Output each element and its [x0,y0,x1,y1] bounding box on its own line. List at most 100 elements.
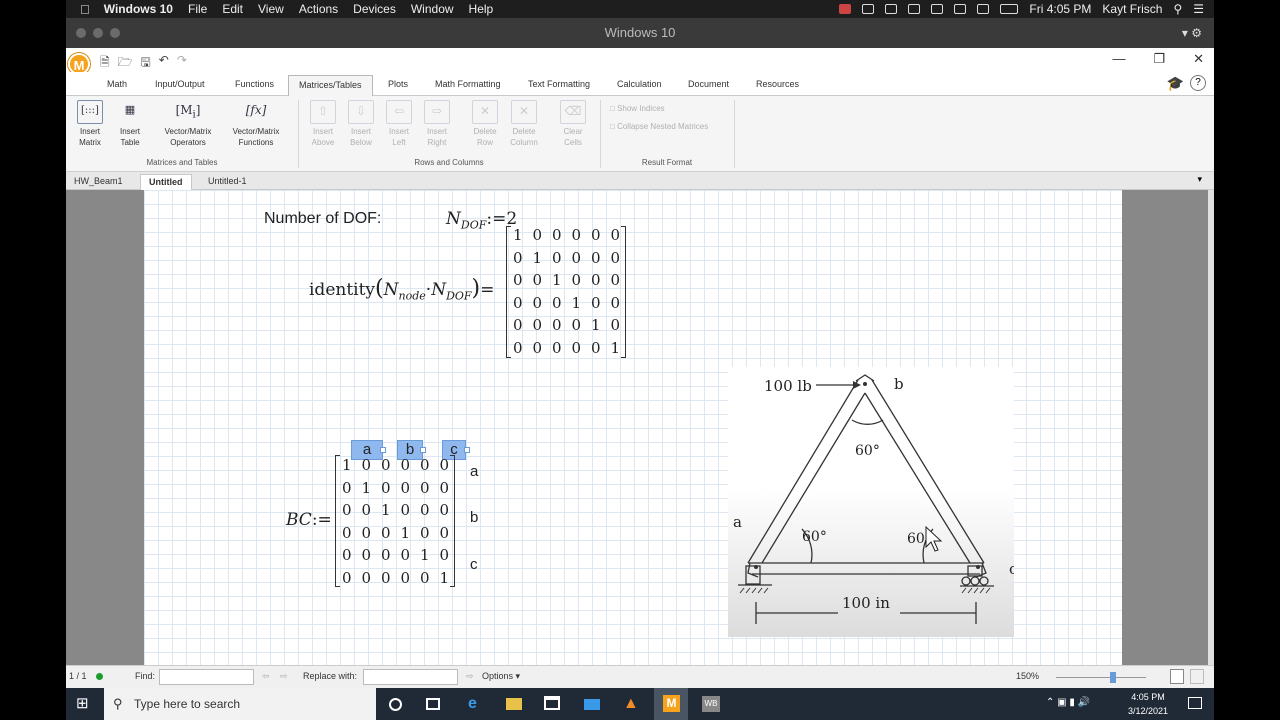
zoom-window-icon[interactable] [110,28,120,38]
identity-matrix-cell[interactable]: 0 [528,269,548,292]
identity-matrix-cell[interactable]: 0 [528,224,548,247]
insert-right-button[interactable]: ⇨ Insert Right [420,100,454,148]
insert-left-button[interactable]: ⇦ Insert Left [382,100,416,148]
word-app-icon[interactable]: WB [702,696,720,712]
bc-matrix-cell[interactable]: 0 [415,522,435,545]
identity-matrix-cell[interactable]: 0 [606,224,626,247]
spotlight-search-icon[interactable]: ⚲ [1173,2,1182,16]
vm-settings-icon[interactable]: ▾ ⚙ [1182,18,1202,48]
menu-edit[interactable]: Edit [222,2,243,16]
bc-matrix-cell[interactable]: 0 [337,477,357,500]
redo-icon[interactable]: ↷ [177,53,187,74]
graduation-cap-icon[interactable]: 🎓 [1167,75,1184,92]
bc-matrix-cell[interactable]: 0 [396,567,416,590]
bc-matrix-cell[interactable]: 0 [337,522,357,545]
bc-matrix-cell[interactable]: 0 [376,544,396,567]
apple-icon[interactable]:  [80,2,90,17]
bc-matrix-cell[interactable]: 0 [435,522,455,545]
identity-matrix-cell[interactable]: 0 [606,269,626,292]
draft-view-icon[interactable] [1190,669,1204,684]
tab-resources[interactable]: Resources [756,76,799,96]
tab-math-formatting[interactable]: Math Formatting [435,76,501,96]
parallels-icon[interactable] [839,4,852,14]
replace-input[interactable] [363,669,458,685]
identity-matrix-cell[interactable]: 0 [547,337,567,360]
tray-icons[interactable]: ⌃ ▣ ▮ 🔊 [1046,697,1090,708]
help-icon[interactable]: ? [1190,75,1206,91]
tab-input-output[interactable]: Input/Output [155,76,205,96]
identity-matrix-cell[interactable]: 0 [567,269,587,292]
identity-expression[interactable]: identity(Nnode·NDOF)= [309,276,494,302]
bc-matrix-cell[interactable]: 0 [415,499,435,522]
bc-matrix-cell[interactable]: 0 [357,522,377,545]
bc-matrix-cell[interactable]: 1 [376,499,396,522]
bc-matrix-cell[interactable]: 0 [415,477,435,500]
collapse-nested-matrices-option[interactable]: □ Collapse Nested Matrices [610,122,708,131]
menu-app-name[interactable]: Windows 10 [104,2,173,16]
bc-matrix-cell[interactable]: 0 [376,522,396,545]
undo-icon[interactable]: ↶ [159,53,169,74]
mail-icon[interactable] [584,699,600,710]
record-icon[interactable] [862,4,875,14]
zoom-slider-thumb[interactable] [1110,672,1116,683]
tab-plots[interactable]: Plots [388,76,408,96]
tab-calculation[interactable]: Calculation [617,76,662,96]
tab-text-formatting[interactable]: Text Formatting [528,76,590,96]
identity-matrix[interactable]: 100000010000001000000100000010000001 [508,224,625,359]
identity-matrix-cell[interactable]: 0 [547,292,567,315]
dropbox-icon[interactable] [885,4,898,14]
bc-matrix-cell[interactable]: 0 [337,544,357,567]
volume-icon[interactable] [977,4,990,14]
minimize-button[interactable]: — [1112,51,1125,67]
identity-matrix-cell[interactable]: 0 [586,269,606,292]
menu-datetime[interactable]: Fri 4:05 PM [1029,2,1091,16]
bluetooth-icon[interactable] [931,4,944,14]
bc-matrix-cell[interactable]: 0 [435,454,455,477]
bc-matrix-cell[interactable]: 0 [357,544,377,567]
menu-window[interactable]: Window [411,2,454,16]
page-view-icon[interactable] [1170,669,1184,684]
doc-tab-hw-beam1[interactable]: HW_Beam1 [66,174,131,190]
doc-tab-untitled-1[interactable]: Untitled-1 [200,174,255,190]
taskbar-clock[interactable]: 4:05 PM 3/12/2021 [1128,690,1168,718]
bc-matrix-cell[interactable]: 0 [376,454,396,477]
identity-matrix-cell[interactable]: 0 [606,314,626,337]
cortana-icon[interactable] [389,698,402,711]
identity-matrix-cell[interactable]: 0 [567,224,587,247]
menu-file[interactable]: File [188,2,207,16]
open-folder-icon[interactable]: 🗁 [118,53,133,74]
bc-matrix-cell[interactable]: 0 [396,477,416,500]
worksheet-page[interactable]: Number of DOF: NDOF:=2 identity(Nnode·ND… [144,190,1122,665]
vertical-scrollbar[interactable] [1208,190,1214,665]
insert-matrix-button[interactable]: [:::] Insert Matrix [76,100,104,148]
identity-matrix-cell[interactable]: 0 [586,292,606,315]
identity-matrix-cell[interactable]: 1 [547,269,567,292]
identity-matrix-cell[interactable]: 0 [547,314,567,337]
save-icon[interactable]: 🖫 [141,53,151,74]
identity-matrix-cell[interactable]: 0 [586,224,606,247]
identity-matrix-cell[interactable]: 0 [567,337,587,360]
tabs-dropdown-icon[interactable]: ▾ [1197,174,1202,185]
doc-tab-untitled[interactable]: Untitled [140,174,192,190]
bc-matrix-cell[interactable]: 0 [376,567,396,590]
tab-functions[interactable]: Functions [235,76,274,96]
bc-matrix-cell[interactable]: 0 [415,567,435,590]
menu-actions[interactable]: Actions [299,2,338,16]
options-button[interactable]: Options ▾ [482,671,520,682]
identity-matrix-cell[interactable]: 1 [567,292,587,315]
insert-above-button[interactable]: ⇧ Insert Above [306,100,340,148]
edge-browser-icon[interactable]: e [468,696,484,712]
bc-matrix-cell[interactable]: 0 [396,499,416,522]
taskbar-search-box[interactable]: ⚲ Type here to search [104,688,376,720]
identity-matrix-cell[interactable]: 1 [586,314,606,337]
insert-table-button[interactable]: ▦ Insert Table [116,100,144,148]
identity-matrix-cell[interactable]: 0 [547,224,567,247]
insert-below-button[interactable]: ⇩ Insert Below [344,100,378,148]
replace-icon[interactable]: ⇨ [466,671,474,682]
identity-matrix-cell[interactable]: 0 [508,292,528,315]
dof-label[interactable]: Number of DOF: [264,210,381,228]
bc-matrix-cell[interactable]: 1 [396,522,416,545]
menu-view[interactable]: View [258,2,284,16]
restore-button[interactable]: ❐ [1153,51,1165,67]
identity-matrix-cell[interactable]: 0 [528,337,548,360]
